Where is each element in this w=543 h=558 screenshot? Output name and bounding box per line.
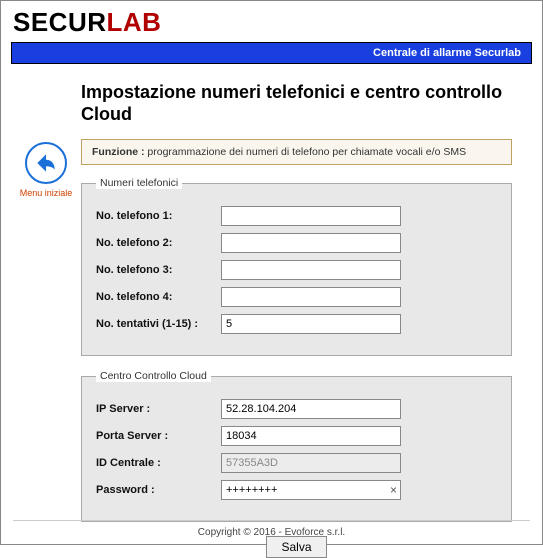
back-label: Menu iniziale: [11, 188, 81, 198]
cloud-legend: Centro Controllo Cloud: [96, 370, 211, 382]
tel3-input[interactable]: [221, 260, 401, 280]
ip-label: IP Server :: [96, 403, 221, 415]
cloud-fieldset: Centro Controllo Cloud IP Server : Porta…: [81, 370, 512, 522]
function-text: programmazione dei numeri di telefono pe…: [145, 146, 467, 158]
password-input[interactable]: [221, 480, 401, 500]
page-title: Impostazione numeri telefonici e centro …: [81, 82, 512, 125]
attempts-input[interactable]: [221, 314, 401, 334]
phones-legend: Numeri telefonici: [96, 177, 182, 189]
back-arrow-icon: [33, 150, 59, 176]
logo-part2: LAB: [107, 7, 162, 37]
tel2-label: No. telefono 2:: [96, 237, 221, 249]
tel1-label: No. telefono 1:: [96, 210, 221, 222]
function-label: Funzione :: [92, 146, 145, 158]
port-input[interactable]: [221, 426, 401, 446]
tel3-label: No. telefono 3:: [96, 264, 221, 276]
back-button[interactable]: [25, 142, 67, 184]
phones-fieldset: Numeri telefonici No. telefono 1: No. te…: [81, 177, 512, 356]
tel4-input[interactable]: [221, 287, 401, 307]
logo-part1: SECUR: [13, 7, 107, 37]
footer-copyright: Copyright © 2016 - Evoforce s.r.l.: [13, 520, 530, 538]
tel4-label: No. telefono 4:: [96, 291, 221, 303]
password-label: Password :: [96, 484, 221, 496]
header-subtitle: Centrale di allarme Securlab: [11, 42, 532, 64]
tel1-input[interactable]: [221, 206, 401, 226]
id-input: [221, 453, 401, 473]
tel2-input[interactable]: [221, 233, 401, 253]
save-button[interactable]: Salva: [266, 536, 326, 558]
port-label: Porta Server :: [96, 430, 221, 442]
attempts-label: No. tentativi (1-15) :: [96, 318, 221, 330]
logo: SECURLAB: [13, 7, 530, 38]
function-description: Funzione : programmazione dei numeri di …: [81, 139, 512, 165]
ip-input[interactable]: [221, 399, 401, 419]
id-label: ID Centrale :: [96, 457, 221, 469]
clear-icon[interactable]: ×: [390, 482, 397, 498]
